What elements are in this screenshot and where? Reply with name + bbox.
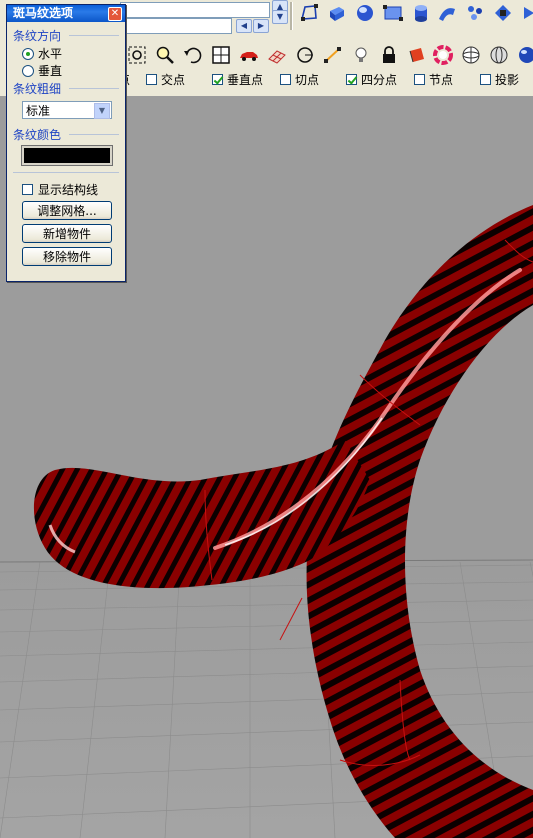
direction-vertical-radio[interactable]: 垂直: [22, 62, 62, 79]
stripe-color-swatch[interactable]: [21, 145, 113, 166]
light-icon[interactable]: [350, 44, 372, 66]
osnap-intersection[interactable]: 交点: [146, 70, 185, 88]
grid-icon[interactable]: [266, 44, 288, 66]
group-divider: [69, 134, 119, 135]
group-divider: [69, 35, 119, 36]
show-structure-checkbox[interactable]: 显示结构线: [22, 181, 98, 198]
osnap-label: 切点: [295, 72, 320, 87]
command-history-field[interactable]: [120, 2, 270, 18]
adjust-mesh-button[interactable]: 调整网格...: [22, 201, 112, 220]
zebra-options-panel: 斑马纹选项 ✕ 条纹方向 水平 垂直 条纹粗细 标准 ▼ 条纹颜色 显示结构线 …: [6, 4, 126, 282]
surface-frame-icon[interactable]: [382, 2, 404, 24]
osnap-label: 四分点: [361, 72, 398, 87]
command-input[interactable]: [120, 18, 232, 34]
osnap-quadrant[interactable]: 四分点: [346, 70, 397, 88]
car-icon[interactable]: [238, 44, 260, 66]
chevron-down-icon[interactable]: ▼: [94, 103, 110, 119]
osnap-checkbox[interactable]: [212, 73, 223, 85]
edit-pts-icon[interactable]: [322, 44, 344, 66]
point-snap-icon[interactable]: [294, 44, 316, 66]
color-group-label: 条纹颜色: [13, 128, 62, 142]
osnap-knot[interactable]: 节点: [414, 70, 453, 88]
cylinder-icon[interactable]: [410, 2, 432, 24]
osnap-tangent[interactable]: 切点: [280, 70, 319, 88]
radio-label: 水平: [38, 47, 63, 61]
move-pts-icon[interactable]: [492, 2, 514, 24]
radio-dot[interactable]: [22, 47, 34, 60]
osnap-checkbox[interactable]: [414, 73, 425, 85]
remove-object-button[interactable]: 移除物件: [22, 247, 112, 266]
explode-icon[interactable]: [464, 2, 486, 24]
rotate-view-icon[interactable]: [182, 44, 204, 66]
shade-icon[interactable]: [488, 44, 510, 66]
direction-group-label: 条纹方向: [13, 29, 62, 43]
checkbox-label: 显示结构线: [38, 183, 99, 197]
toolbar-overflow-icon[interactable]: [518, 2, 533, 24]
panel-title: 斑马纹选项: [13, 6, 74, 20]
panel-title-bar[interactable]: 斑马纹选项 ✕: [7, 5, 125, 22]
color-wheel-icon[interactable]: [432, 44, 454, 66]
osnap-label: 节点: [429, 72, 454, 87]
osnap-checkbox[interactable]: [480, 73, 491, 85]
radio-dot[interactable]: [22, 64, 34, 77]
four-view-icon[interactable]: [210, 44, 232, 66]
osnap-label: 投影: [495, 72, 520, 87]
history-forward-button[interactable]: ▶: [253, 19, 269, 33]
sweep-icon[interactable]: [436, 2, 458, 24]
group-divider: [69, 88, 119, 89]
radio-label: 垂直: [38, 64, 63, 78]
curve-point-icon[interactable]: [298, 2, 320, 24]
zoom-extents-icon[interactable]: [126, 44, 148, 66]
thickness-select[interactable]: 标准 ▼: [22, 101, 112, 119]
solid-box-icon[interactable]: [326, 2, 348, 24]
checkbox-box[interactable]: [22, 184, 33, 195]
osnap-project[interactable]: 投影: [480, 70, 519, 88]
lock-icon[interactable]: [378, 44, 400, 66]
osnap-label: 垂直点: [227, 72, 264, 87]
render-sphere-icon[interactable]: [514, 44, 533, 66]
direction-horizontal-radio[interactable]: 水平: [22, 45, 62, 62]
thickness-group-label: 条纹粗细: [13, 82, 62, 96]
osnap-checkbox[interactable]: [146, 73, 157, 85]
osnap-label: 交点: [161, 72, 186, 87]
osnap-perpendicular[interactable]: 垂直点: [212, 70, 263, 88]
wireframe-icon[interactable]: [460, 44, 482, 66]
osnap-checkbox[interactable]: [280, 73, 291, 85]
sphere-icon[interactable]: [354, 2, 376, 24]
zoom-icon[interactable]: [154, 44, 176, 66]
scroll-down-button[interactable]: ▼: [272, 10, 288, 24]
material-icon[interactable]: [406, 44, 428, 66]
toolbar-separator: [290, 2, 293, 30]
add-object-button[interactable]: 新增物件: [22, 224, 112, 243]
thickness-value: 标准: [26, 104, 51, 118]
close-icon[interactable]: ✕: [108, 7, 122, 21]
group-divider: [13, 172, 119, 173]
osnap-checkbox[interactable]: [346, 73, 357, 85]
history-back-button[interactable]: ◀: [236, 19, 252, 33]
